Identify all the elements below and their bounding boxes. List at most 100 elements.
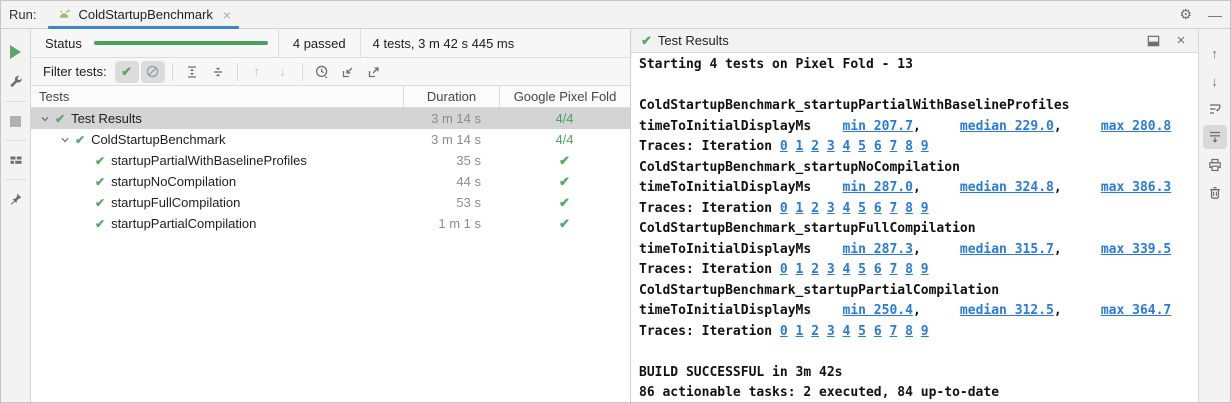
stop-button[interactable] bbox=[4, 109, 28, 133]
chevron-down-icon[interactable] bbox=[57, 133, 73, 147]
toggle-console-layout-button[interactable] bbox=[1142, 31, 1164, 51]
console-link[interactable]: 3 bbox=[827, 262, 835, 277]
console-link[interactable]: max 339.5 bbox=[1101, 242, 1171, 257]
console-line bbox=[639, 76, 1198, 97]
console-link[interactable]: min 250.4 bbox=[843, 303, 913, 318]
console-text bbox=[835, 262, 843, 277]
console-link[interactable]: min 207.7 bbox=[843, 119, 913, 134]
rerun-button[interactable] bbox=[4, 40, 28, 64]
tree-row-startuppartialwithbaselineprofiles[interactable]: ✔startupPartialWithBaselineProfiles35 s✔ bbox=[31, 150, 630, 171]
settings-gear-icon[interactable]: ⚙ bbox=[1171, 6, 1200, 23]
test-name: startupNoCompilation bbox=[111, 174, 236, 189]
tree-row-coldstartupbenchmark[interactable]: ✔ColdStartupBenchmark3 m 14 s4/4 bbox=[31, 129, 630, 150]
console-link[interactable]: median 229.0 bbox=[960, 119, 1054, 134]
test-history-button[interactable] bbox=[310, 61, 334, 83]
tree-row-startupnocompilation[interactable]: ✔startupNoCompilation44 s✔ bbox=[31, 171, 630, 192]
console-link[interactable]: 0 bbox=[780, 201, 788, 216]
console-text bbox=[913, 201, 921, 216]
console-link[interactable]: 8 bbox=[905, 262, 913, 277]
console-link[interactable]: 8 bbox=[905, 324, 913, 339]
console-link[interactable]: 5 bbox=[858, 201, 866, 216]
console-link[interactable]: 9 bbox=[921, 139, 929, 154]
console-link[interactable]: 3 bbox=[827, 139, 835, 154]
soft-wrap-button[interactable] bbox=[1203, 97, 1227, 121]
console-text bbox=[819, 324, 827, 339]
console-line: Traces: Iteration 0 1 2 3 4 5 6 7 8 9 bbox=[639, 199, 1198, 220]
test-console-panel: ✔ Test Results × Starting 4 tests on Pix… bbox=[631, 29, 1198, 403]
run-tab-bar: Run: ColdStartupBenchmark × ⚙ — bbox=[1, 1, 1230, 29]
console-link[interactable]: max 280.8 bbox=[1101, 119, 1171, 134]
clear-all-button[interactable] bbox=[1203, 181, 1227, 205]
tree-row-startuppartialcompilation[interactable]: ✔startupPartialCompilation1 m 1 s✔ bbox=[31, 213, 630, 234]
expand-all-button[interactable] bbox=[180, 61, 204, 83]
device-result: ✔ bbox=[499, 153, 630, 169]
console-link[interactable]: max 386.3 bbox=[1101, 180, 1171, 195]
console-link[interactable]: median 324.8 bbox=[960, 180, 1054, 195]
console-link[interactable]: 0 bbox=[780, 262, 788, 277]
console-link[interactable]: 0 bbox=[780, 139, 788, 154]
import-test-results-button[interactable] bbox=[336, 61, 360, 83]
console-link[interactable]: median 312.5 bbox=[960, 303, 1054, 318]
previous-failed-test-button[interactable]: ↑ bbox=[245, 61, 269, 83]
layout-settings-button[interactable] bbox=[4, 148, 28, 172]
console-link[interactable]: min 287.0 bbox=[843, 180, 913, 195]
console-text bbox=[866, 262, 874, 277]
console-link[interactable]: 9 bbox=[921, 324, 929, 339]
console-text bbox=[835, 324, 843, 339]
hide-toolwindow-icon[interactable]: — bbox=[1200, 7, 1230, 23]
export-icon bbox=[366, 64, 382, 80]
console-output[interactable]: Starting 4 tests on Pixel Fold - 13ColdS… bbox=[631, 53, 1198, 403]
console-link[interactable]: 2 bbox=[811, 324, 819, 339]
tab-close-icon[interactable]: × bbox=[223, 8, 231, 22]
console-link[interactable]: 9 bbox=[921, 262, 929, 277]
console-link[interactable]: max 364.7 bbox=[1101, 303, 1171, 318]
console-link[interactable]: 6 bbox=[874, 201, 882, 216]
up-the-stack-trace-button[interactable]: ↑ bbox=[1203, 41, 1227, 65]
down-the-stack-trace-button[interactable]: ↓ bbox=[1203, 69, 1227, 93]
tree-row-startupfullcompilation[interactable]: ✔startupFullCompilation53 s✔ bbox=[31, 192, 630, 213]
console-link[interactable]: 5 bbox=[858, 324, 866, 339]
console-text: Traces: Iteration bbox=[639, 201, 780, 216]
test-duration: 3 m 14 s bbox=[403, 132, 499, 147]
next-failed-test-button[interactable]: ↓ bbox=[271, 61, 295, 83]
column-header-duration[interactable]: Duration bbox=[403, 86, 499, 107]
pin-tab-button[interactable] bbox=[4, 187, 28, 211]
console-link[interactable]: 6 bbox=[874, 262, 882, 277]
console-link[interactable]: 8 bbox=[905, 201, 913, 216]
show-ignored-button[interactable] bbox=[141, 61, 165, 83]
console-link[interactable]: 5 bbox=[858, 139, 866, 154]
console-text: timeToInitialDisplayMs bbox=[639, 242, 843, 257]
console-link[interactable]: 6 bbox=[874, 139, 882, 154]
console-link[interactable]: min 287.3 bbox=[843, 242, 913, 257]
console-text bbox=[866, 324, 874, 339]
console-line: ColdStartupBenchmark_startupNoCompilatio… bbox=[639, 158, 1198, 179]
print-button[interactable] bbox=[1203, 153, 1227, 177]
close-console-button[interactable]: × bbox=[1170, 31, 1192, 51]
modify-configuration-button[interactable] bbox=[4, 70, 28, 94]
console-link[interactable]: 6 bbox=[874, 324, 882, 339]
console-line: 86 actionable tasks: 2 executed, 84 up-t… bbox=[639, 383, 1198, 403]
column-header-device[interactable]: Google Pixel Fold bbox=[499, 86, 630, 107]
run-tab[interactable]: ColdStartupBenchmark × bbox=[46, 1, 241, 29]
console-link[interactable]: 2 bbox=[811, 262, 819, 277]
collapse-all-button[interactable] bbox=[206, 61, 230, 83]
console-link[interactable]: 3 bbox=[827, 201, 835, 216]
console-text bbox=[897, 139, 905, 154]
console-link[interactable]: 2 bbox=[811, 201, 819, 216]
console-link[interactable]: 9 bbox=[921, 201, 929, 216]
console-link[interactable]: 3 bbox=[827, 324, 835, 339]
console-link[interactable]: median 315.7 bbox=[960, 242, 1054, 257]
console-link[interactable]: 5 bbox=[858, 262, 866, 277]
export-test-results-button[interactable] bbox=[362, 61, 386, 83]
console-text bbox=[788, 201, 796, 216]
show-passed-button[interactable]: ✔ bbox=[115, 61, 139, 83]
chevron-down-icon[interactable] bbox=[37, 112, 53, 126]
console-text bbox=[788, 262, 796, 277]
column-header-tests[interactable]: Tests bbox=[31, 89, 403, 104]
scroll-to-end-button[interactable] bbox=[1203, 125, 1227, 149]
console-link[interactable]: 8 bbox=[905, 139, 913, 154]
collapse-all-icon bbox=[210, 64, 226, 80]
tree-row-test-results[interactable]: ✔Test Results3 m 14 s4/4 bbox=[31, 108, 630, 129]
console-link[interactable]: 2 bbox=[811, 139, 819, 154]
console-link[interactable]: 0 bbox=[780, 324, 788, 339]
